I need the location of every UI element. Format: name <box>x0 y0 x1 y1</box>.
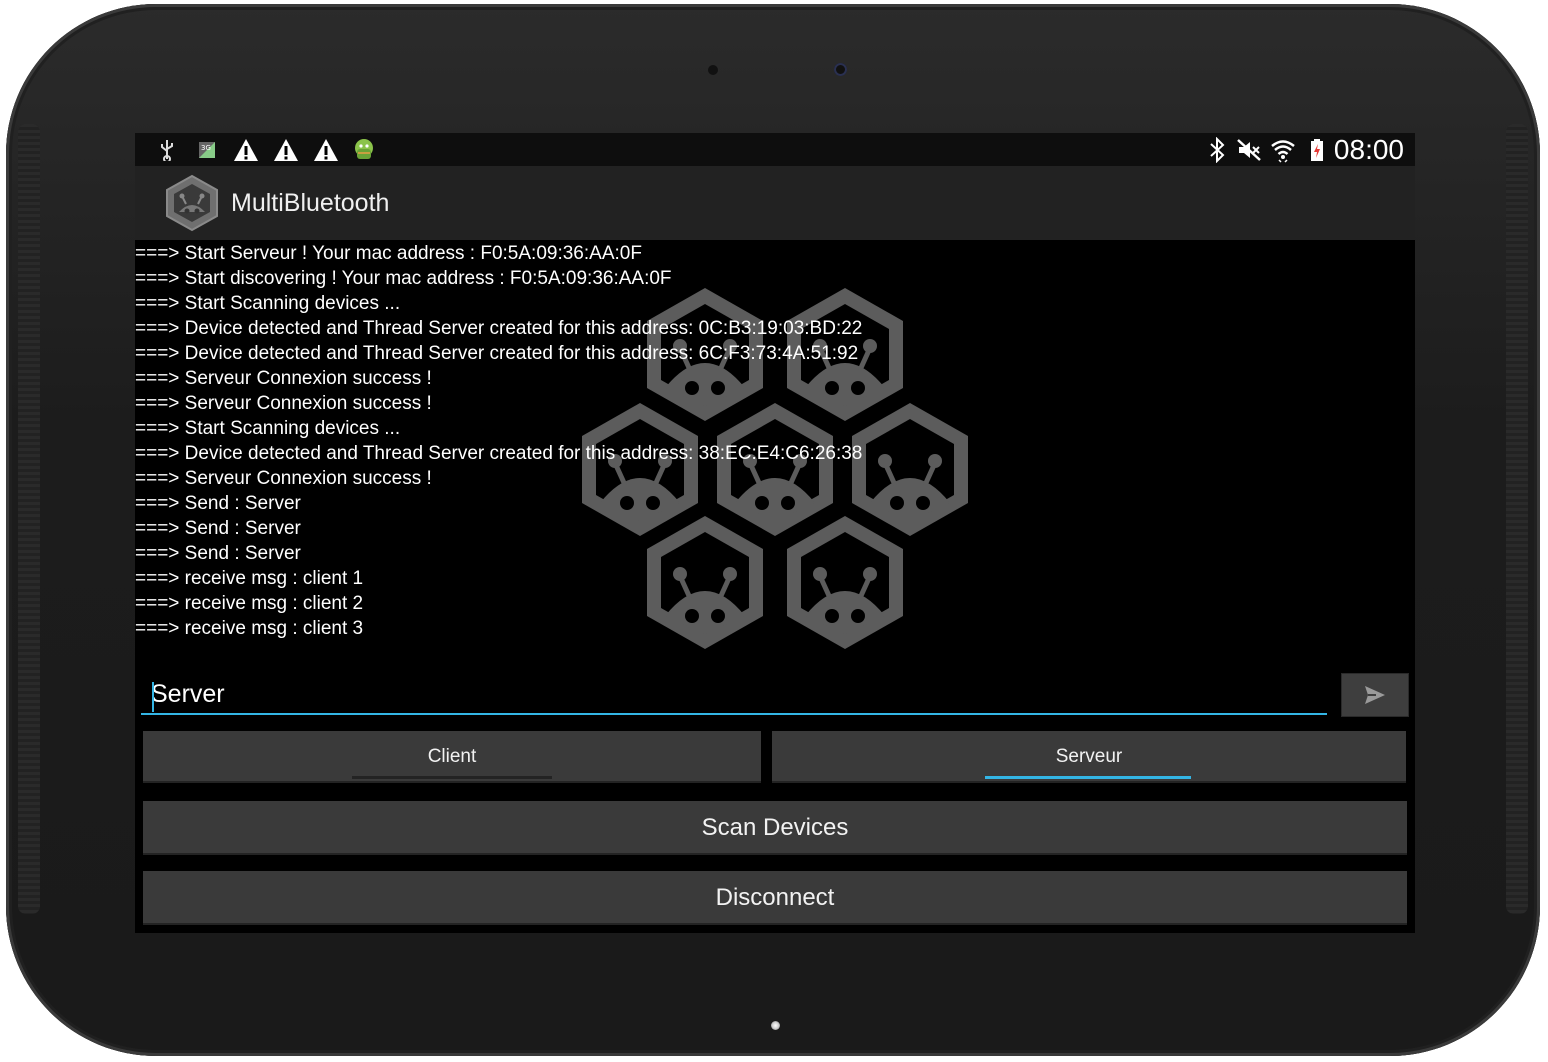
disconnect-button[interactable]: Disconnect <box>143 871 1407 925</box>
server-mode-indicator <box>985 776 1191 779</box>
usb-icon <box>157 137 177 163</box>
client-mode-label: Client <box>427 746 477 767</box>
log-line: ===> Device detected and Thread Server c… <box>135 318 863 339</box>
message-compose-row <box>139 671 1411 719</box>
log-line: ===> Send : Server <box>135 543 301 564</box>
action-bar: MultiBluetooth <box>135 166 1415 240</box>
3g-data-icon: 3G <box>196 137 218 163</box>
bluetooth-icon <box>1205 137 1229 163</box>
android-debug-icon <box>350 137 378 163</box>
client-mode-indicator <box>352 776 552 779</box>
notification-led <box>771 1021 780 1030</box>
speaker-grille-right <box>1506 124 1528 914</box>
log-line: ===> Serveur Connexion success ! <box>135 393 432 414</box>
log-line: ===> Send : Server <box>135 493 301 514</box>
scan-devices-button[interactable]: Scan Devices <box>143 801 1407 855</box>
log-line: ===> Send : Server <box>135 518 301 539</box>
warning-icon <box>312 137 340 163</box>
warning-icon <box>272 137 300 163</box>
log-line: ===> receive msg : client 2 <box>135 593 364 614</box>
log-line: ===> receive msg : client 3 <box>135 618 364 639</box>
warning-icon <box>232 137 260 163</box>
hex-robot-logo-icon[interactable] <box>162 174 222 232</box>
battery-charging-icon <box>1307 137 1327 163</box>
log-line: ===> Device detected and Thread Server c… <box>135 343 859 364</box>
client-mode-button[interactable]: Client <box>143 731 761 783</box>
log-line: ===> Start Scanning devices ... <box>135 418 401 439</box>
log-output: ===> Start Serveur ! Your mac address : … <box>135 241 1415 641</box>
mute-icon <box>1235 137 1263 163</box>
light-sensor <box>708 65 718 75</box>
log-line: ===> Start Serveur ! Your mac address : … <box>135 243 642 264</box>
wifi-icon <box>1269 137 1297 163</box>
device-screen: 3G 08:00 MultiBluetooth ===> Start Serve… <box>135 133 1415 933</box>
log-line: ===> Start discovering ! Your mac addres… <box>135 268 672 289</box>
speaker-grille-left <box>18 124 40 914</box>
status-clock: 08:00 <box>1333 134 1404 165</box>
svg-text:3G: 3G <box>201 144 211 152</box>
log-line: ===> Serveur Connexion success ! <box>135 368 432 389</box>
log-line: ===> Serveur Connexion success ! <box>135 468 432 489</box>
front-camera-icon <box>834 63 847 76</box>
text-cursor <box>152 682 154 712</box>
app-title: MultiBluetooth <box>231 189 390 217</box>
send-icon <box>1365 686 1385 704</box>
log-line: ===> receive msg : client 1 <box>135 568 364 589</box>
log-line: ===> Start Scanning devices ... <box>135 293 401 314</box>
send-button[interactable] <box>1341 673 1409 717</box>
server-mode-button[interactable]: Serveur <box>772 731 1406 783</box>
message-input[interactable] <box>141 675 1327 715</box>
server-mode-label: Serveur <box>1055 746 1123 767</box>
status-bar: 3G 08:00 <box>135 133 1415 166</box>
log-line: ===> Device detected and Thread Server c… <box>135 443 863 464</box>
